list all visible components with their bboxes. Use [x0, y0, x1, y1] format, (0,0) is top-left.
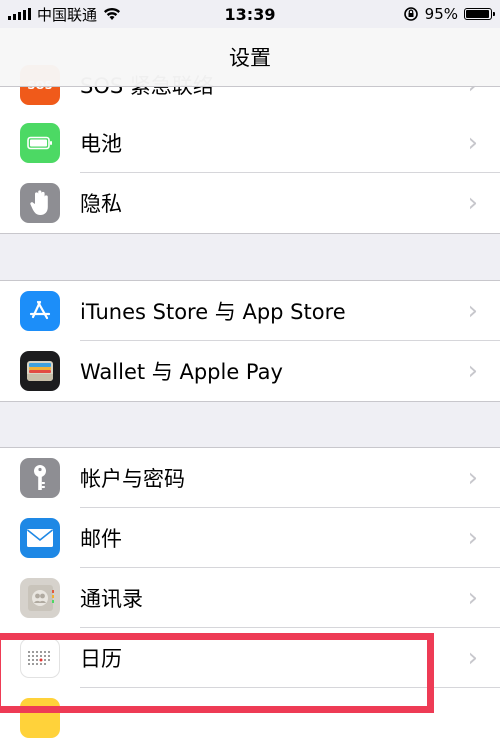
chevron-right-icon: › [467, 188, 478, 218]
settings-row-contacts[interactable]: 通讯录 › [0, 568, 500, 628]
nav-bar: 设置 [0, 28, 500, 87]
status-time: 13:39 [224, 4, 276, 24]
status-right: 95% [403, 5, 495, 23]
status-left: 中国联通 [8, 4, 121, 25]
app-store-icon [20, 291, 60, 331]
rotation-lock-icon [403, 7, 418, 21]
settings-row-label: Wallet 与 Apple Pay [80, 360, 283, 384]
chevron-right-icon: › [467, 296, 478, 326]
battery-percent: 95% [424, 5, 458, 23]
chevron-right-icon: › [467, 643, 478, 673]
settings-row-label: 通讯录 [80, 587, 143, 611]
carrier-label: 中国联通 [37, 5, 98, 24]
section-gap [0, 401, 500, 448]
section-gap [0, 233, 500, 281]
settings-row-accounts[interactable]: 帐户与密码 › [0, 448, 500, 508]
wifi-icon [104, 7, 121, 20]
contacts-icon [20, 578, 60, 618]
settings-row-app-store[interactable]: iTunes Store 与 App Store › [0, 281, 500, 341]
highlight-box [0, 633, 434, 713]
settings-row-mail[interactable]: 邮件 › [0, 508, 500, 568]
chevron-right-icon: › [467, 583, 478, 613]
settings-row-label: 电池 [80, 132, 122, 156]
settings-row-label: 邮件 [80, 527, 122, 551]
battery-icon [20, 123, 60, 163]
chevron-right-icon: › [467, 356, 478, 386]
settings-row-wallet[interactable]: Wallet 与 Apple Pay › [0, 341, 500, 401]
battery-fill [466, 10, 489, 18]
wallet-icon [20, 351, 60, 391]
chevron-right-icon: › [467, 463, 478, 493]
mail-icon [20, 518, 60, 558]
key-icon [20, 458, 60, 498]
settings-row-battery[interactable]: 电池 › [0, 113, 500, 173]
signal-icon [8, 8, 31, 20]
chevron-right-icon: › [467, 523, 478, 553]
settings-row-label: 帐户与密码 [80, 467, 185, 491]
hand-icon [20, 183, 60, 223]
chevron-right-icon: › [467, 128, 478, 158]
settings-row-privacy[interactable]: 隐私 › [0, 173, 500, 233]
status-bar: 中国联通 13:39 95% [0, 0, 500, 28]
settings-row-label: 隐私 [80, 192, 122, 216]
page-title: 设置 [229, 46, 271, 70]
battery-status-icon [464, 8, 495, 20]
settings-row-label: iTunes Store 与 App Store [80, 300, 346, 324]
